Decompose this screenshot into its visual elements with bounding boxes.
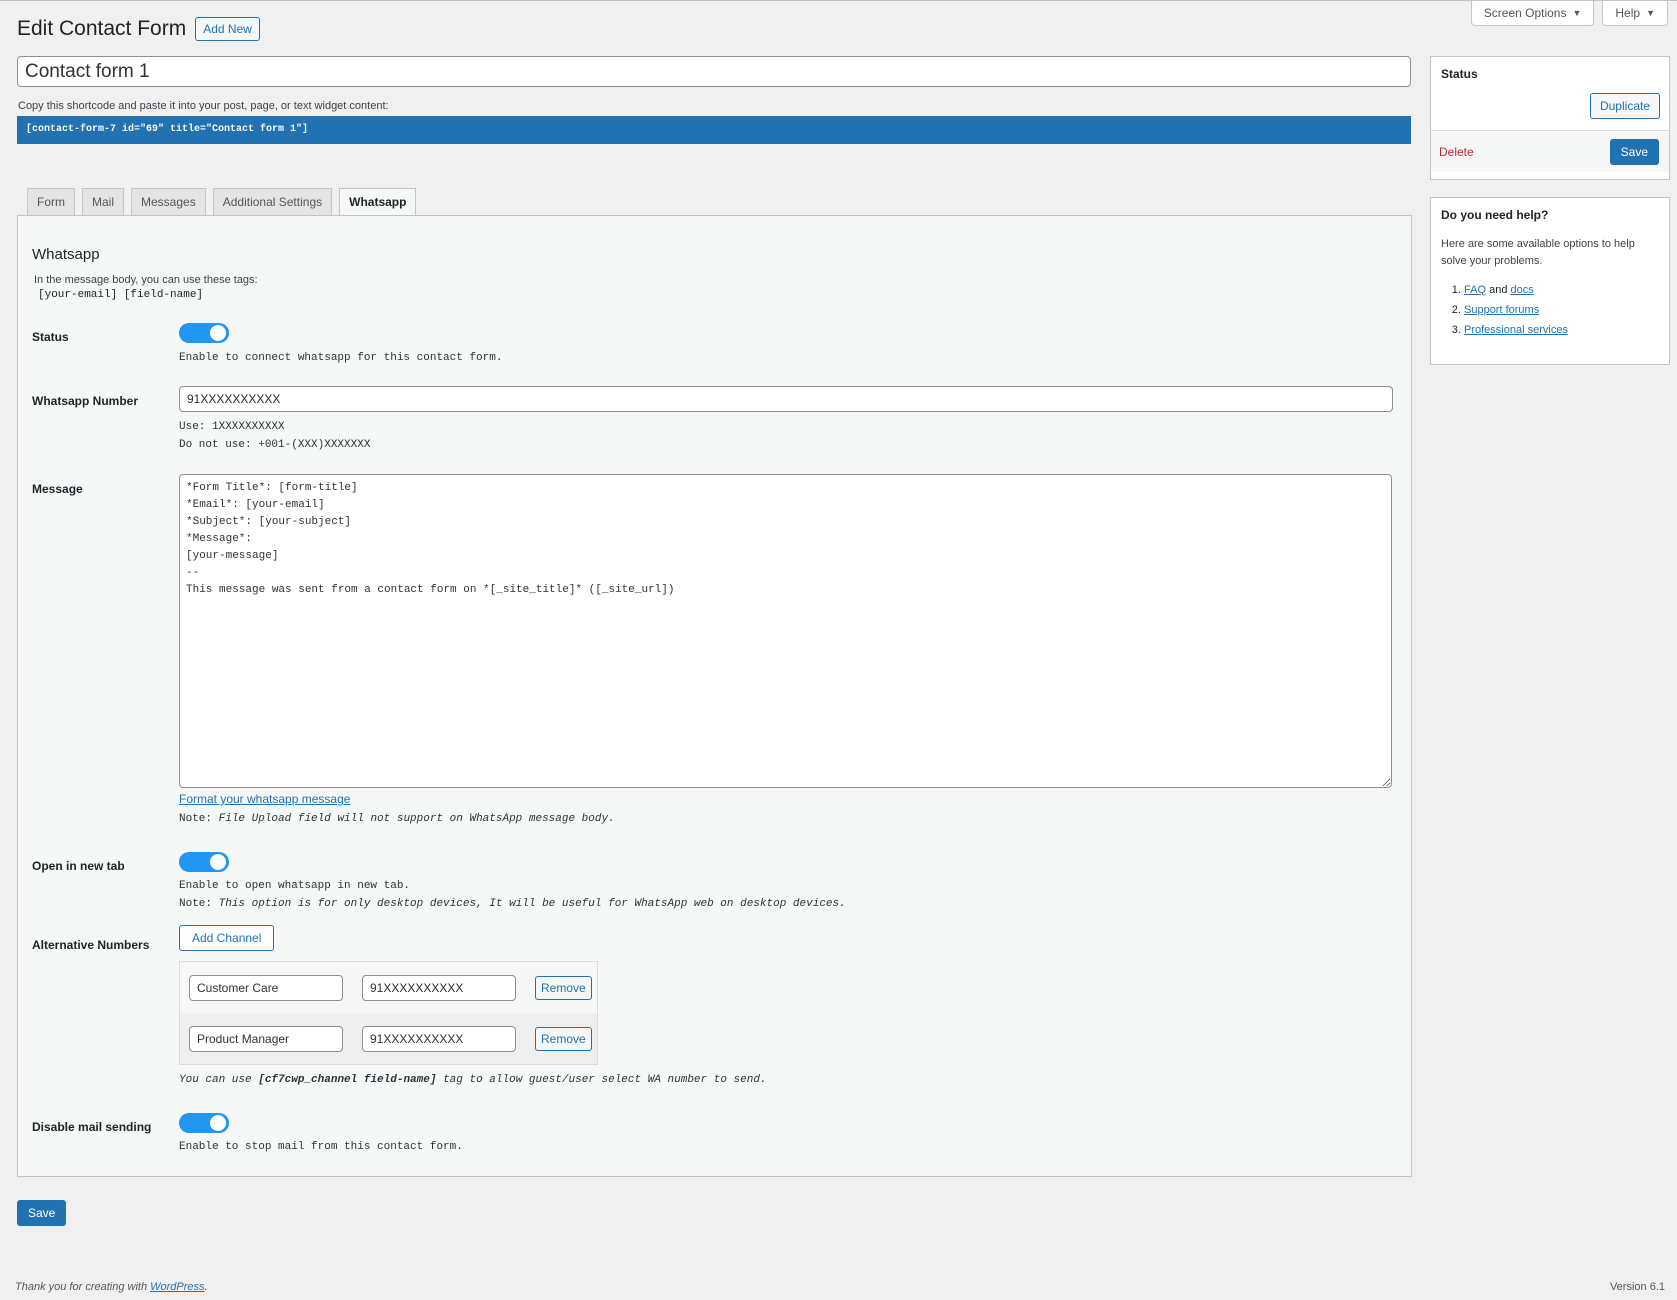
footer-thanks-pre: Thank you for creating with — [15, 1281, 148, 1293]
channel-row: Remove — [180, 1013, 597, 1064]
channel-name-input[interactable] — [189, 1025, 343, 1052]
footer-thanks-post: . — [204, 1281, 208, 1293]
remove-channel-button[interactable]: Remove — [535, 1026, 592, 1051]
new-tab-note-text: This option is for only desktop devices,… — [218, 898, 846, 910]
save-button[interactable]: Save — [17, 1200, 67, 1226]
message-textarea[interactable]: *Form Title*: [form-title] *Email*: [you… — [179, 474, 1392, 788]
form-title-input[interactable] — [17, 56, 1411, 87]
delete-link[interactable]: Delete — [1439, 145, 1474, 159]
help-box-title: Do you need help? — [1441, 208, 1549, 222]
toggle-knob — [210, 854, 226, 870]
section-title: Whatsapp — [32, 246, 100, 263]
help-item-professional: Professional services — [1464, 320, 1669, 340]
help-item-faq: FAQ and docs — [1464, 280, 1669, 300]
help-box: Do you need help? Here are some availabl… — [1430, 197, 1670, 365]
channel-hint-tag: [cf7cwp_channel field-name] — [258, 1074, 437, 1086]
channel-hint-post: tag to allow guest/user select WA number… — [443, 1074, 767, 1086]
new-tab-hint: Enable to open whatsapp in new tab. — [179, 880, 411, 892]
toggle-knob — [210, 325, 226, 341]
tab-messages[interactable]: Messages — [131, 188, 206, 216]
number-hint-use: Use: 1XXXXXXXXXX — [179, 421, 285, 433]
message-note: Note: File Upload field will not support… — [179, 810, 1392, 828]
message-note-label: Note: — [179, 813, 213, 825]
channel-number-input[interactable] — [362, 1025, 516, 1052]
editor-tabs: Form Mail Messages Additional Settings W… — [27, 188, 417, 217]
screen-meta-links: Screen Options ▼ Help ▼ — [1470, 1, 1668, 26]
add-channel-button[interactable]: Add Channel — [179, 925, 275, 951]
add-new-button[interactable]: Add New — [195, 17, 260, 41]
page-header: Edit Contact Form Add New — [17, 17, 260, 41]
screen-options-label: Screen Options — [1483, 6, 1567, 20]
channel-hint: You can use [cf7cwp_channel field-name] … — [179, 1071, 767, 1089]
disable-mail-hint: Enable to stop mail from this contact fo… — [179, 1141, 463, 1153]
footer-thanks: Thank you for creating with WordPress. — [15, 1281, 208, 1293]
screen-options-button[interactable]: Screen Options ▼ — [1470, 1, 1595, 26]
status-box-footer: Delete Save — [1431, 130, 1669, 172]
disable-mail-label: Disable mail sending — [32, 1120, 152, 1134]
new-tab-toggle[interactable] — [179, 852, 229, 872]
new-tab-label: Open in new tab — [32, 859, 125, 873]
format-message-link[interactable]: Format your whatsapp message — [179, 792, 350, 806]
help-button[interactable]: Help ▼ — [1602, 1, 1668, 26]
whatsapp-panel: Whatsapp In the message body, you can us… — [17, 215, 1412, 1177]
tab-mail[interactable]: Mail — [82, 188, 125, 216]
caret-down-icon: ▼ — [1646, 8, 1655, 18]
help-label: Help — [1615, 6, 1641, 20]
footer-version: Version 6.1 — [1609, 1281, 1665, 1293]
help-list: FAQ and docs Support forums Professional… — [1431, 280, 1669, 340]
whatsapp-number-label: Whatsapp Number — [32, 394, 139, 408]
wordpress-link[interactable]: WordPress — [150, 1281, 204, 1293]
new-tab-note: Note: This option is for only desktop de… — [179, 895, 846, 913]
number-hint-dont: Do not use: +001-(XXX)XXXXXXX — [179, 439, 371, 451]
support-forums-link[interactable]: Support forums — [1464, 304, 1539, 316]
alternative-numbers-label: Alternative Numbers — [32, 938, 150, 952]
caret-down-icon: ▼ — [1572, 8, 1582, 18]
status-hint: Enable to connect whatsapp for this cont… — [179, 352, 503, 364]
shortcode-label: Copy this shortcode and paste it into yo… — [18, 100, 389, 112]
remove-channel-button[interactable]: Remove — [535, 975, 592, 1000]
status-label: Status — [32, 330, 69, 344]
message-note-text: File Upload field will not support on Wh… — [218, 813, 615, 825]
section-tags: [your-email] [field-name] — [38, 289, 204, 301]
page-title: Edit Contact Form — [17, 17, 187, 40]
professional-services-link[interactable]: Professional services — [1464, 324, 1568, 336]
and-text: and — [1489, 284, 1508, 296]
sidebar-save-button[interactable]: Save — [1609, 138, 1659, 165]
message-label: Message — [32, 482, 83, 496]
status-box-title: Status — [1441, 67, 1478, 81]
toggle-knob — [210, 1115, 226, 1131]
channel-number-input[interactable] — [362, 974, 516, 1001]
tab-whatsapp[interactable]: Whatsapp — [339, 188, 417, 217]
duplicate-button[interactable]: Duplicate — [1589, 93, 1660, 119]
shortcode-box[interactable]: [contact-form-7 id="69" title="Contact f… — [17, 116, 1411, 144]
whatsapp-number-input[interactable] — [179, 386, 1393, 412]
section-description: In the message body, you can use these t… — [34, 274, 258, 286]
status-toggle[interactable] — [179, 323, 229, 343]
new-tab-note-label: Note: — [179, 898, 213, 910]
disable-mail-toggle[interactable] — [179, 1113, 229, 1133]
faq-link[interactable]: FAQ — [1464, 284, 1486, 296]
status-box: Status Duplicate Delete Save — [1430, 56, 1670, 180]
channels-list: Remove Remove — [179, 961, 598, 1065]
channel-name-input[interactable] — [189, 974, 343, 1001]
tab-form[interactable]: Form — [27, 188, 75, 216]
help-text: Here are some available options to help … — [1441, 238, 1635, 267]
tab-additional-settings[interactable]: Additional Settings — [212, 188, 333, 216]
channel-row: Remove — [180, 962, 597, 1013]
docs-link[interactable]: docs — [1511, 284, 1534, 296]
channel-hint-pre: You can use — [179, 1074, 252, 1086]
help-item-support: Support forums — [1464, 300, 1669, 320]
